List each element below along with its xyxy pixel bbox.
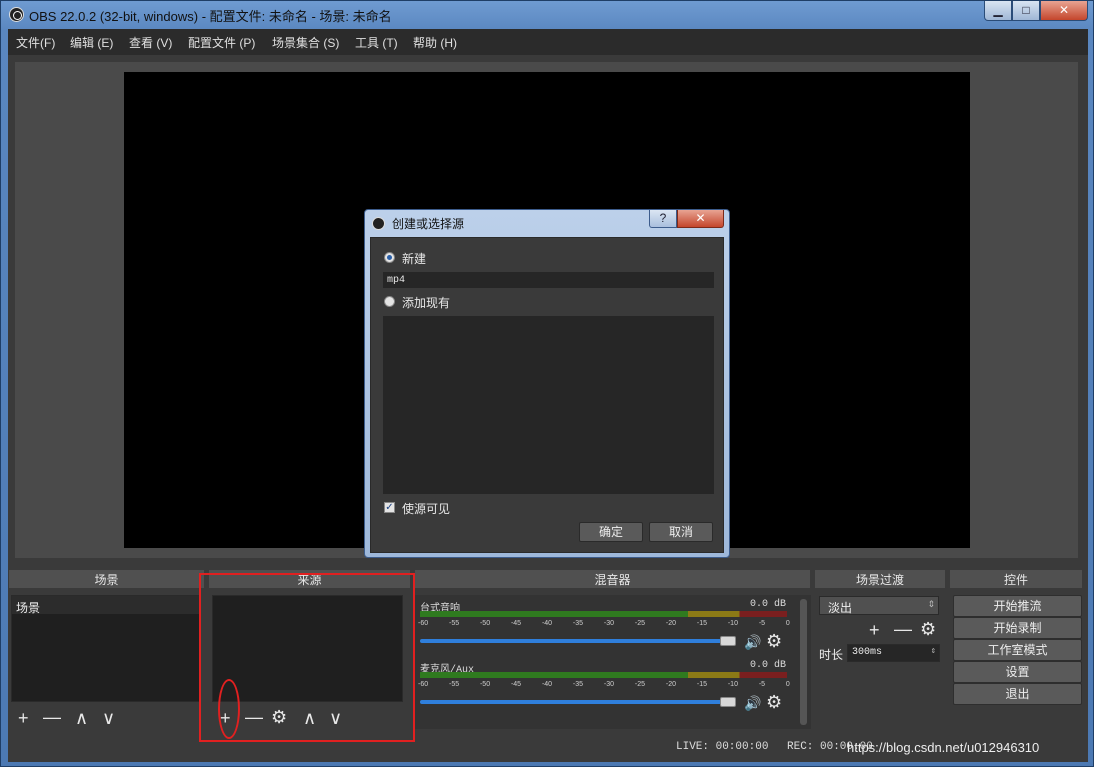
- settings-button[interactable]: 设置: [953, 661, 1082, 683]
- mixer-dock: 混音器 台式音响 0.0 dB -60 -55 -50 -45 -40 -35 -30 -25…: [414, 569, 811, 734]
- existing-sources-list[interactable]: [383, 316, 714, 494]
- maximize-button[interactable]: □: [1012, 1, 1040, 21]
- watermark: https://blog.csdn.net/u012946310: [847, 740, 1040, 755]
- spin-arrows-icon: ⇕: [930, 646, 936, 656]
- obs-window: OBS 22.0.2 (32-bit, windows) - 配置文件: 未命名…: [0, 0, 1094, 767]
- obs-logo-icon: [372, 217, 385, 230]
- transition-selected: 淡出: [828, 601, 853, 615]
- new-source-radio[interactable]: [384, 252, 395, 263]
- spin-arrows-icon: ⇕: [927, 599, 935, 609]
- highlight-oval: [218, 679, 240, 739]
- dialog-close-button[interactable]: ✕: [677, 210, 724, 228]
- exit-button[interactable]: 退出: [953, 683, 1082, 705]
- duration-value: 300ms: [852, 647, 883, 658]
- remove-scene-button[interactable]: —: [43, 708, 61, 726]
- move-scene-up-button[interactable]: ∧: [75, 709, 88, 727]
- audio-meter: [420, 611, 787, 617]
- title-bar[interactable]: OBS 22.0.2 (32-bit, windows) - 配置文件: 未命名…: [1, 1, 1093, 29]
- close-button[interactable]: ✕: [1040, 1, 1088, 21]
- audio-meter: [420, 672, 787, 678]
- controls-dock-title: 控件: [949, 569, 1083, 589]
- menu-tools[interactable]: 工具 (T): [355, 34, 398, 51]
- meter-ticks: -60 -55 -50 -45 -40 -35 -30 -25 -20 -15 -10 -5 0: [418, 681, 790, 688]
- gear-icon[interactable]: ⚙: [766, 632, 782, 650]
- make-visible-checkbox[interactable]: ✓: [384, 502, 395, 513]
- list-item[interactable]: 场景: [12, 596, 200, 615]
- menu-bar: 文件(F) 编辑 (E) 查看 (V) 配置文件 (P) 场景集合 (S) 工具…: [8, 29, 1088, 55]
- mixer-dock-title: 混音器: [414, 569, 811, 589]
- menu-help[interactable]: 帮助 (H): [413, 34, 457, 51]
- speaker-icon[interactable]: 🔊: [744, 694, 761, 712]
- new-source-label: 新建: [402, 252, 427, 266]
- menu-file[interactable]: 文件(F): [16, 34, 55, 51]
- studio-mode-button[interactable]: 工作室模式: [953, 639, 1082, 661]
- window-title: OBS 22.0.2 (32-bit, windows) - 配置文件: 未命名…: [29, 9, 392, 24]
- live-timer: LIVE: 00:00:00: [676, 741, 769, 753]
- source-name-input[interactable]: [383, 272, 714, 288]
- volume-slider[interactable]: [420, 639, 730, 643]
- volume-slider-handle[interactable]: [720, 636, 736, 646]
- create-select-source-dialog: 创建或选择源 ? ✕ 新建 添加现有 ✓ 使源可见 确定 取消: [364, 209, 730, 558]
- duration-spinbox[interactable]: 300ms ⇕: [847, 644, 940, 662]
- scenes-dock-title: 场景: [8, 569, 205, 589]
- start-streaming-button[interactable]: 开始推流: [953, 595, 1082, 617]
- scenes-dock: 场景 场景 + — ∧ ∨: [8, 569, 205, 734]
- menu-profile[interactable]: 配置文件 (P): [188, 34, 255, 51]
- transition-select[interactable]: 淡出 ⇕: [819, 596, 939, 615]
- add-transition-button[interactable]: +: [869, 621, 880, 639]
- mixer-scrollbar[interactable]: [800, 599, 807, 725]
- volume-slider[interactable]: [420, 700, 730, 704]
- help-button[interactable]: ?: [649, 210, 677, 228]
- transitions-dock-title: 场景过渡: [814, 569, 946, 589]
- speaker-icon[interactable]: 🔊: [744, 633, 761, 651]
- obs-logo-icon: [9, 7, 24, 22]
- add-scene-button[interactable]: +: [18, 709, 29, 727]
- dialog-title: 创建或选择源: [392, 217, 465, 231]
- remove-transition-button[interactable]: —: [894, 620, 912, 638]
- minimize-button[interactable]: ▁: [984, 1, 1012, 21]
- ok-button[interactable]: 确定: [579, 522, 643, 542]
- mixer-panel: 台式音响 0.0 dB -60 -55 -50 -45 -40 -35 -30 -25 -20-…: [414, 595, 811, 729]
- transition-properties-gear-icon[interactable]: ⚙: [920, 620, 936, 638]
- start-recording-button[interactable]: 开始录制: [953, 617, 1082, 639]
- menu-edit[interactable]: 编辑 (E): [70, 34, 113, 51]
- dialog-body: 新建 添加现有 ✓ 使源可见 确定 取消: [370, 237, 724, 553]
- transitions-dock: 场景过渡 淡出 ⇕ + — ⚙ 时长 300ms ⇕: [814, 569, 946, 734]
- volume-slider-handle[interactable]: [720, 697, 736, 707]
- meter-ticks: -60 -55 -50 -45 -40 -35 -30 -25 -20 -15 -10 -5 0: [418, 620, 790, 627]
- duration-label: 时长: [819, 648, 844, 662]
- add-existing-label: 添加现有: [402, 296, 451, 310]
- scenes-list[interactable]: 场景: [11, 595, 201, 702]
- menu-view[interactable]: 查看 (V): [129, 34, 172, 51]
- make-visible-label: 使源可见: [402, 502, 451, 516]
- gear-icon[interactable]: ⚙: [766, 693, 782, 711]
- cancel-button[interactable]: 取消: [649, 522, 713, 542]
- track-db: 0.0 dB: [750, 599, 787, 610]
- controls-dock: 控件 开始推流 开始录制 工作室模式 设置 退出: [949, 569, 1083, 734]
- menu-scene-collection[interactable]: 场景集合 (S): [272, 34, 339, 51]
- move-scene-down-button[interactable]: ∨: [102, 709, 115, 727]
- track-db: 0.0 dB: [750, 660, 787, 671]
- add-existing-radio[interactable]: [384, 296, 395, 307]
